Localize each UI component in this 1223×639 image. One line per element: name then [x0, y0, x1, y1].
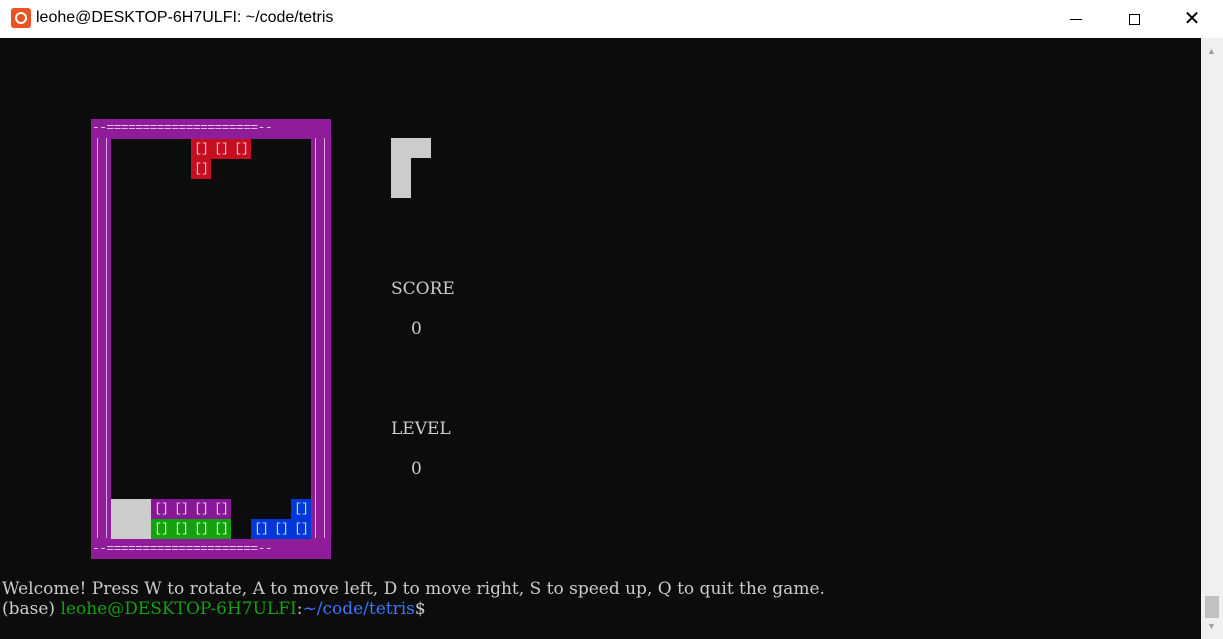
- prompt-symbol: $: [414, 599, 426, 619]
- falling-piece-cell: []: [191, 159, 211, 179]
- window-title: leohe@DESKTOP-6H7ULFI: ~/code/tetris: [36, 9, 334, 26]
- next-piece-preview: [391, 158, 411, 198]
- maximize-icon: [1128, 13, 1140, 25]
- stacked-cell: []: [151, 499, 171, 519]
- score-value: 0: [411, 319, 422, 339]
- level-value: 0: [411, 459, 422, 479]
- stacked-cell: [111, 499, 131, 519]
- stacked-cell: []: [271, 519, 291, 539]
- terminal-area[interactable]: --=====================-- --============…: [0, 38, 1201, 639]
- stacked-cell: [131, 499, 151, 519]
- stacked-cell: []: [211, 499, 231, 519]
- stacked-cell: []: [291, 499, 311, 519]
- minimize-button[interactable]: [1047, 0, 1105, 38]
- next-piece-preview: [391, 138, 431, 158]
- right-wall-line: [324, 138, 325, 538]
- stacked-cell: []: [251, 519, 271, 539]
- welcome-message: Welcome! Press W to rotate, A to move le…: [2, 579, 825, 599]
- close-button[interactable]: ✕: [1163, 0, 1221, 38]
- stacked-cell: [131, 519, 151, 539]
- game-board: [][][][][][][][][][][][][][][][]: [111, 139, 311, 539]
- left-wall-line: [97, 138, 98, 538]
- falling-piece-cell: []: [211, 139, 231, 159]
- board-top-edge: --=====================--: [92, 121, 273, 134]
- scroll-down-icon[interactable]: ▼: [1207, 621, 1216, 631]
- falling-piece-cell: []: [231, 139, 251, 159]
- window-titlebar[interactable]: leohe@DESKTOP-6H7ULFI: ~/code/tetris ✕: [0, 0, 1223, 39]
- stacked-cell: []: [191, 519, 211, 539]
- falling-piece-cell: []: [191, 139, 211, 159]
- close-icon: ✕: [1183, 8, 1201, 30]
- maximize-button[interactable]: [1105, 0, 1163, 38]
- stacked-cell: []: [171, 499, 191, 519]
- stacked-cell: []: [191, 499, 211, 519]
- score-label: SCORE: [391, 279, 455, 299]
- right-wall-line: [315, 138, 316, 538]
- shell-prompt[interactable]: (base) leohe@DESKTOP-6H7ULFI:~/code/tetr…: [2, 599, 426, 619]
- ubuntu-icon: [11, 8, 31, 28]
- left-wall-line: [106, 138, 107, 538]
- prompt-user: leohe@DESKTOP-6H7ULFI: [60, 599, 297, 619]
- board-bottom-edge: --=====================--: [92, 542, 273, 555]
- scrollbar-thumb[interactable]: [1205, 596, 1219, 618]
- level-label: LEVEL: [391, 419, 451, 439]
- prompt-env: (base): [2, 599, 61, 619]
- stacked-cell: []: [151, 519, 171, 539]
- stacked-cell: [111, 519, 131, 539]
- prompt-path: ~/code/tetris: [302, 599, 415, 619]
- stacked-cell: []: [291, 519, 311, 539]
- stacked-cell: []: [211, 519, 231, 539]
- scroll-up-icon[interactable]: ▲: [1207, 46, 1216, 56]
- vertical-scrollbar[interactable]: ▲ ▼: [1201, 38, 1223, 639]
- stacked-cell: []: [171, 519, 191, 539]
- minimize-icon: [1070, 18, 1082, 20]
